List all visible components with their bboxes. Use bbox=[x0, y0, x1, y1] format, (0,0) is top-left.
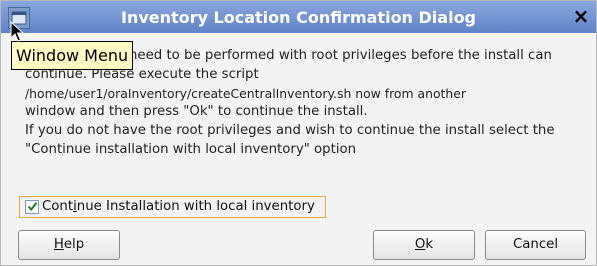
ok-button[interactable]: Ok bbox=[373, 230, 475, 260]
ok-label: k bbox=[425, 237, 434, 252]
message-line-3: /home/user1/oraInventory/createCentralIn… bbox=[25, 86, 466, 101]
dialog-title: Inventory Location Confirmation Dialog bbox=[120, 8, 477, 27]
message-line-6: "Continue installation with local invent… bbox=[25, 142, 357, 157]
message-line-5: If you do not have the root privileges a… bbox=[25, 123, 555, 138]
title-bar[interactable]: Inventory Location Confirmation Dialog × bbox=[1, 1, 596, 33]
dialog-window: Inventory Location Confirmation Dialog ×… bbox=[0, 0, 597, 266]
message-line-1: need to be performed with root privilege… bbox=[129, 48, 552, 63]
help-label: elp bbox=[63, 237, 85, 252]
local-inventory-checkbox-row[interactable]: Continue Installation with local invento… bbox=[19, 196, 326, 218]
checkmark-icon bbox=[27, 202, 38, 212]
help-mnemonic: H bbox=[53, 237, 64, 252]
local-inventory-checkbox-label[interactable]: Continue Installation with local invento… bbox=[42, 199, 315, 214]
mouse-pointer-icon bbox=[10, 21, 24, 42]
message-line-4: window and then press "Ok" to continue t… bbox=[25, 104, 368, 119]
window-menu-tooltip: Window Menu bbox=[11, 41, 134, 70]
ok-mnemonic: O bbox=[414, 237, 426, 252]
cancel-button[interactable]: Cancel bbox=[485, 230, 586, 260]
help-button[interactable]: Help bbox=[18, 230, 120, 260]
checkbox-label-part: nue Installation with local inventory bbox=[76, 199, 315, 214]
checkbox-label-part: Cont bbox=[42, 199, 74, 214]
close-icon[interactable]: × bbox=[569, 4, 593, 28]
local-inventory-checkbox[interactable] bbox=[25, 200, 39, 214]
